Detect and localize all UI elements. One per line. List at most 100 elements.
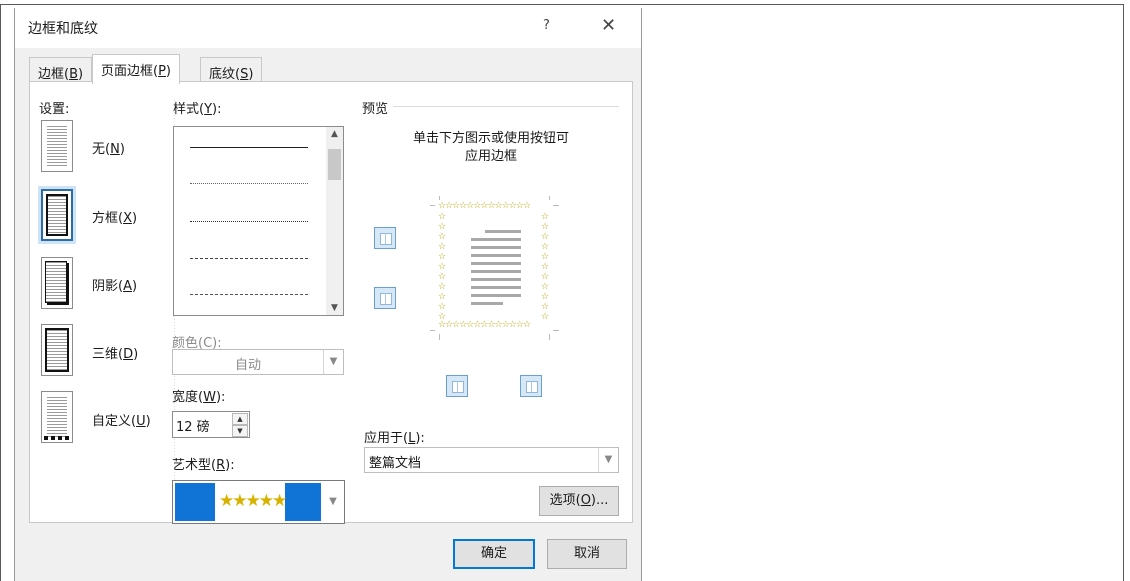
style-list[interactable]: ▲ ▼ xyxy=(173,126,344,316)
setting-3d-icon[interactable] xyxy=(41,324,73,376)
tab-page-border-label: 页面边框( xyxy=(101,64,159,79)
tab-page-border-suffix: ) xyxy=(165,64,171,79)
spin-down-icon[interactable]: ▼ xyxy=(232,425,248,437)
setting-none-icon[interactable] xyxy=(41,120,73,172)
preview-text-line xyxy=(471,294,521,297)
setting-custom-key: U xyxy=(136,414,146,429)
page-preview[interactable]: ☆☆☆☆☆☆☆☆☆☆☆☆☆ ☆☆☆☆☆☆☆☆☆☆☆☆☆ ☆☆☆☆☆☆☆☆☆☆☆ … xyxy=(435,200,553,334)
left-border-button[interactable] xyxy=(446,375,468,397)
scroll-up-icon[interactable]: ▲ xyxy=(326,129,343,139)
width-value[interactable]: 12 磅 xyxy=(176,416,210,435)
preview-stars-bottom: ☆☆☆☆☆☆☆☆☆☆☆☆☆ xyxy=(438,320,531,330)
help-button[interactable]: ? xyxy=(543,18,550,33)
style-label: 样式(Y): xyxy=(173,98,221,117)
art-label-key: R xyxy=(216,458,226,473)
width-label-text: 宽度( xyxy=(172,390,204,405)
preview-stars-right: ☆☆☆☆☆☆☆☆☆☆☆ xyxy=(541,212,550,322)
tab-shading-suffix: ) xyxy=(248,67,254,82)
options-button[interactable]: 选项(O)... xyxy=(539,486,619,516)
preview-text-line xyxy=(485,230,521,233)
preview-stars-left: ☆☆☆☆☆☆☆☆☆☆☆ xyxy=(438,212,447,322)
preview-stars-top: ☆☆☆☆☆☆☆☆☆☆☆☆☆ xyxy=(438,201,531,211)
top-border-button[interactable] xyxy=(374,227,396,249)
preview-hint-line1: 单击下方图示或使用按钮可 xyxy=(412,131,569,146)
scroll-thumb[interactable] xyxy=(328,149,341,180)
preview-text-line xyxy=(471,286,521,289)
chevron-down-icon: ▼ xyxy=(598,448,618,472)
style-list-scrollbar[interactable]: ▲ ▼ xyxy=(326,127,343,315)
preview-text-line xyxy=(471,302,503,305)
setting-custom-text: 自定义( xyxy=(92,414,137,429)
setting-3d-label[interactable]: 三维(D) xyxy=(92,343,138,362)
art-selection: ★★★★★ xyxy=(175,483,321,521)
apply-label-text: 应用于( xyxy=(364,431,409,446)
setting-box-icon[interactable] xyxy=(38,186,76,244)
apply-to-label: 应用于(L): xyxy=(364,427,425,446)
style-option-dash-dot[interactable] xyxy=(190,294,308,295)
preview-divider xyxy=(393,106,619,107)
settings-heading: 设置: xyxy=(39,102,70,117)
style-label-suffix: ): xyxy=(212,102,222,117)
style-option-dotted[interactable] xyxy=(190,183,308,184)
setting-3d-text: 三维( xyxy=(92,347,124,362)
tab-borders-key: B xyxy=(69,67,78,82)
options-key: O xyxy=(580,493,591,508)
preview-hint-line2: 应用边框 xyxy=(464,149,517,164)
dialog-title: 边框和底纹 xyxy=(28,21,98,37)
style-label-key: Y xyxy=(204,102,213,117)
width-stepper[interactable]: 12 磅 ▲ ▼ xyxy=(172,411,250,438)
close-button[interactable]: ✕ xyxy=(601,15,616,36)
chevron-down-icon: ▼ xyxy=(329,496,337,507)
options-text: 选项( xyxy=(549,493,581,508)
preview-text-line xyxy=(471,254,521,257)
tab-borders[interactable]: 边框(B) xyxy=(29,57,93,83)
preview-text-line xyxy=(471,278,521,281)
preview-text-line xyxy=(471,246,521,249)
options-suffix: )... xyxy=(590,493,609,508)
setting-custom-icon[interactable] xyxy=(41,391,73,443)
width-label-key: W xyxy=(203,390,216,405)
apply-to-value: 整篇文档 xyxy=(369,456,422,471)
setting-3d-key: D xyxy=(123,347,134,362)
apply-to-combo[interactable]: 整篇文档 ▼ xyxy=(364,447,619,473)
spin-up-icon[interactable]: ▲ xyxy=(232,413,248,425)
color-value: 自动 xyxy=(234,358,261,373)
ok-button[interactable]: 确定 xyxy=(453,539,535,569)
art-label-text: 艺术型( xyxy=(172,458,217,473)
setting-box-text: 方框( xyxy=(92,211,124,226)
preview-text-line xyxy=(471,270,521,273)
tab-borders-label: 边框( xyxy=(38,67,70,82)
setting-box-key: X xyxy=(123,211,132,226)
right-border-button[interactable] xyxy=(520,375,542,397)
art-combo[interactable]: ★★★★★ ▼ xyxy=(172,480,345,524)
cancel-button[interactable]: 取消 xyxy=(547,539,627,569)
preview-text-line xyxy=(471,262,521,265)
setting-none-label[interactable]: 无(N) xyxy=(92,138,125,157)
setting-box-label[interactable]: 方框(X) xyxy=(92,207,137,226)
tab-borders-suffix: ) xyxy=(78,67,84,82)
chevron-down-icon: ▼ xyxy=(323,350,343,374)
tab-shading[interactable]: 底纹(S) xyxy=(200,57,263,83)
setting-custom-label[interactable]: 自定义(U) xyxy=(92,410,151,429)
bottom-border-button[interactable] xyxy=(374,287,396,309)
tab-page-border-key: P xyxy=(158,64,166,79)
style-option-dotted-dense[interactable] xyxy=(190,221,308,222)
width-label-suffix: ): xyxy=(215,390,226,405)
style-option-solid[interactable] xyxy=(190,147,308,148)
setting-shadow-label[interactable]: 阴影(A) xyxy=(92,275,137,294)
tab-page-border[interactable]: 页面边框(P) xyxy=(92,54,180,84)
setting-none-suffix: ) xyxy=(119,142,125,157)
setting-custom-suffix: ) xyxy=(145,414,151,429)
setting-none-text: 无( xyxy=(92,142,111,157)
color-combo[interactable]: 自动 ▼ xyxy=(172,349,344,375)
style-option-dashed[interactable] xyxy=(190,258,308,259)
width-label: 宽度(W): xyxy=(172,386,225,405)
setting-shadow-text: 阴影( xyxy=(92,279,124,294)
tab-shading-label: 底纹( xyxy=(209,67,241,82)
art-label-suffix: ): xyxy=(225,458,235,473)
title-bar: 边框和底纹 ? ✕ xyxy=(15,8,641,48)
preview-hint: 单击下方图示或使用按钮可 应用边框 xyxy=(363,130,619,166)
scroll-down-icon[interactable]: ▼ xyxy=(326,303,343,313)
setting-shadow-icon[interactable] xyxy=(41,257,73,309)
art-stars: ★★★★★ xyxy=(219,491,287,511)
